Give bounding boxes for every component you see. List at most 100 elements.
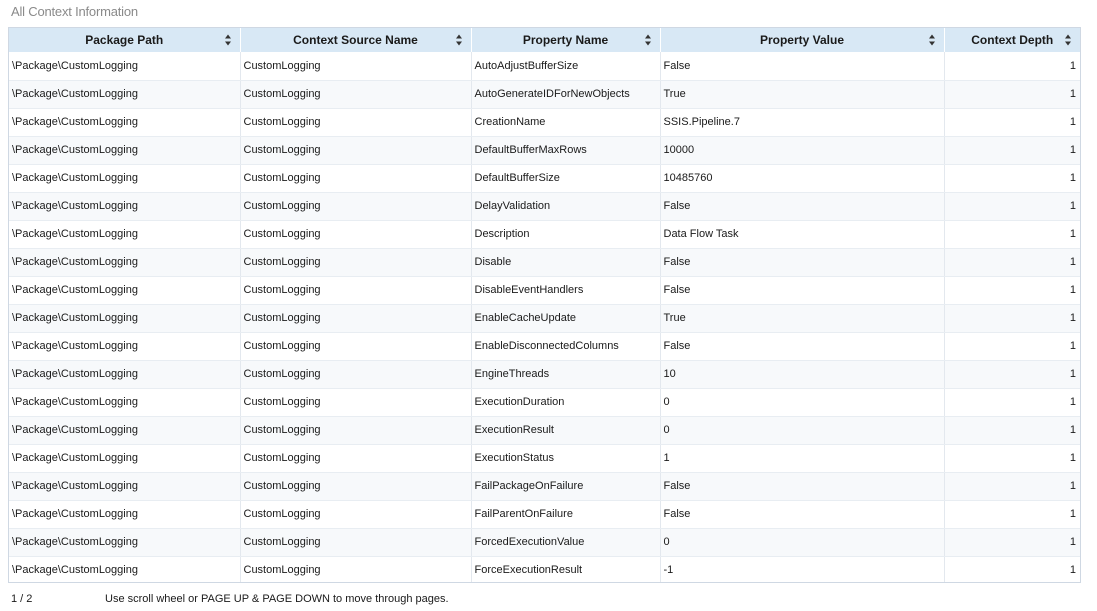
table-row[interactable]: \Package\CustomLogging CustomLogging FailP… <box>9 472 1080 501</box>
table-row[interactable]: \Package\CustomLogging CustomLogging Descr… <box>9 220 1080 249</box>
package-path-cell: \Package\CustomLogging <box>9 248 241 277</box>
property-value-cell: True <box>660 80 945 109</box>
context-info-grid: Package Path Context Source Name Propert… <box>8 27 1081 583</box>
table-body: \Package\CustomLogging CustomLogging AutoA… <box>9 52 1080 582</box>
package-path-cell: \Package\CustomLogging <box>9 332 241 361</box>
table-row[interactable]: \Package\CustomLogging CustomLogging FailP… <box>9 500 1080 529</box>
table-row[interactable]: \Package\CustomLogging CustomLogging Execu… <box>9 416 1080 445</box>
page-indicator: 1 / 2 <box>11 593 33 605</box>
property-name-cell: ExecutionDuration <box>471 388 661 417</box>
table-row[interactable]: \Package\CustomLogging CustomLogging AutoG… <box>9 80 1080 109</box>
context-source-name-cell: CustomLogging <box>240 164 472 193</box>
context-depth-cell: 1 <box>944 388 1080 417</box>
package-path-cell: \Package\CustomLogging <box>9 276 241 305</box>
column-header-context-source-name[interactable]: Context Source Name <box>240 28 472 52</box>
context-depth-cell: 1 <box>944 556 1080 582</box>
property-value-cell: False <box>660 192 945 221</box>
context-source-name-cell: CustomLogging <box>240 52 472 81</box>
column-header-property-name[interactable]: Property Name <box>471 28 661 52</box>
table-row[interactable]: \Package\CustomLogging CustomLogging Disab… <box>9 248 1080 277</box>
sort-icon[interactable] <box>1065 34 1072 46</box>
context-source-name-cell: CustomLogging <box>240 108 472 137</box>
property-value-cell: 10 <box>660 360 945 389</box>
context-depth-cell: 1 <box>944 136 1080 165</box>
package-path-cell: \Package\CustomLogging <box>9 192 241 221</box>
table-row[interactable]: \Package\CustomLogging CustomLogging Force… <box>9 528 1080 557</box>
header-row: Package Path Context Source Name Propert… <box>9 28 1080 52</box>
package-path-cell: \Package\CustomLogging <box>9 388 241 417</box>
table-row[interactable]: \Package\CustomLogging CustomLogging Defau… <box>9 136 1080 165</box>
package-path-cell: \Package\CustomLogging <box>9 528 241 557</box>
property-name-cell: EnableDisconnectedColumns <box>471 332 661 361</box>
property-name-cell: DefaultBufferSize <box>471 164 661 193</box>
table-row[interactable]: \Package\CustomLogging CustomLogging Execu… <box>9 388 1080 417</box>
context-source-name-cell: CustomLogging <box>240 500 472 529</box>
context-source-name-cell: CustomLogging <box>240 220 472 249</box>
sort-icon[interactable] <box>644 34 652 46</box>
context-source-name-cell: CustomLogging <box>240 388 472 417</box>
table-row[interactable]: \Package\CustomLogging CustomLogging Force… <box>9 556 1080 582</box>
table-row[interactable]: \Package\CustomLogging CustomLogging Delay… <box>9 192 1080 221</box>
property-value-cell: False <box>660 276 945 305</box>
property-name-cell: DefaultBufferMaxRows <box>471 136 661 165</box>
context-depth-cell: 1 <box>944 220 1080 249</box>
property-name-cell: Disable <box>471 248 661 277</box>
column-header-package-path[interactable]: Package Path <box>9 28 241 52</box>
property-name-cell: DelayValidation <box>471 192 661 221</box>
package-path-cell: \Package\CustomLogging <box>9 416 241 445</box>
property-value-cell: -1 <box>660 556 945 582</box>
context-depth-cell: 1 <box>944 80 1080 109</box>
context-source-name-cell: CustomLogging <box>240 360 472 389</box>
property-value-cell: 0 <box>660 416 945 445</box>
property-name-cell: ExecutionResult <box>471 416 661 445</box>
package-path-cell: \Package\CustomLogging <box>9 136 241 165</box>
property-value-cell: SSIS.Pipeline.7 <box>660 108 945 137</box>
context-depth-cell: 1 <box>944 248 1080 277</box>
property-name-cell: ForcedExecutionValue <box>471 528 661 557</box>
context-source-name-cell: CustomLogging <box>240 80 472 109</box>
property-name-cell: ForceExecutionResult <box>471 556 661 582</box>
table-row[interactable]: \Package\CustomLogging CustomLogging Enabl… <box>9 332 1080 361</box>
package-path-cell: \Package\CustomLogging <box>9 220 241 249</box>
property-value-cell: True <box>660 304 945 333</box>
property-value-cell: 10485760 <box>660 164 945 193</box>
context-source-name-cell: CustomLogging <box>240 472 472 501</box>
column-header-label: Property Name <box>522 33 609 47</box>
context-source-name-cell: CustomLogging <box>240 528 472 557</box>
table-row[interactable]: \Package\CustomLogging CustomLogging Defau… <box>9 164 1080 193</box>
table-row[interactable]: \Package\CustomLogging CustomLogging Enabl… <box>9 304 1080 333</box>
table-row[interactable]: \Package\CustomLogging CustomLogging AutoA… <box>9 52 1080 81</box>
package-path-cell: \Package\CustomLogging <box>9 556 241 582</box>
sort-icon[interactable] <box>928 34 936 46</box>
table-row[interactable]: \Package\CustomLogging CustomLogging Execu… <box>9 444 1080 473</box>
property-name-cell: DisableEventHandlers <box>471 276 661 305</box>
context-depth-cell: 1 <box>944 444 1080 473</box>
context-source-name-cell: CustomLogging <box>240 276 472 305</box>
property-value-cell: False <box>660 332 945 361</box>
package-path-cell: \Package\CustomLogging <box>9 164 241 193</box>
sort-icon[interactable] <box>224 34 232 46</box>
context-source-name-cell: CustomLogging <box>240 136 472 165</box>
table-row[interactable]: \Package\CustomLogging CustomLogging Engin… <box>9 360 1080 389</box>
column-header-label: Context Depth <box>971 33 1054 47</box>
context-depth-cell: 1 <box>944 52 1080 81</box>
column-header-context-depth[interactable]: Context Depth <box>944 28 1080 52</box>
section-title: All Context Information <box>11 4 138 19</box>
context-depth-cell: 1 <box>944 276 1080 305</box>
paging-hint: Use scroll wheel or PAGE UP & PAGE DOWN … <box>105 593 449 605</box>
context-depth-cell: 1 <box>944 164 1080 193</box>
property-value-cell: False <box>660 52 945 81</box>
sort-icon[interactable] <box>455 34 463 46</box>
context-source-name-cell: CustomLogging <box>240 192 472 221</box>
column-header-label: Context Source Name <box>293 33 418 47</box>
property-name-cell: ExecutionStatus <box>471 444 661 473</box>
table-row[interactable]: \Package\CustomLogging CustomLogging Disab… <box>9 276 1080 305</box>
package-path-cell: \Package\CustomLogging <box>9 108 241 137</box>
column-header-property-value[interactable]: Property Value <box>660 28 945 52</box>
context-depth-cell: 1 <box>944 360 1080 389</box>
table-row[interactable]: \Package\CustomLogging CustomLogging Creat… <box>9 108 1080 137</box>
context-info-table: Package Path Context Source Name Propert… <box>9 28 1080 582</box>
context-depth-cell: 1 <box>944 304 1080 333</box>
property-value-cell: False <box>660 472 945 501</box>
context-depth-cell: 1 <box>944 192 1080 221</box>
